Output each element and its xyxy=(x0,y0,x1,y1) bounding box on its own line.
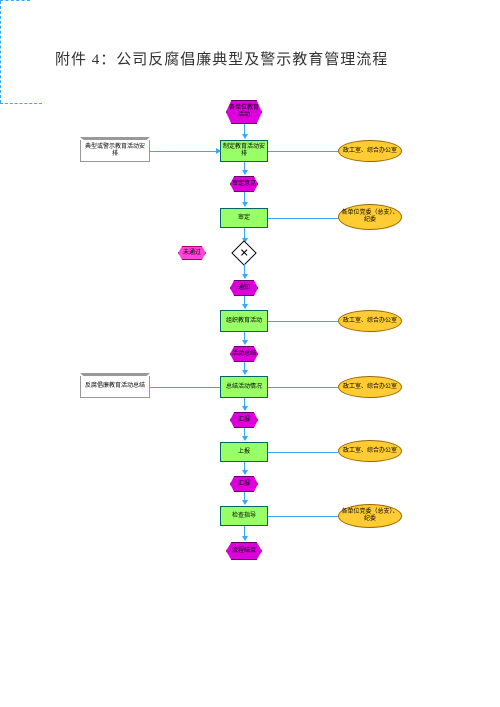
connector xyxy=(268,452,338,453)
process-submit: 上报 xyxy=(220,442,268,462)
page-title: 附件 4：公司反腐倡廉典型及警示教育管理流程 xyxy=(55,48,388,69)
arrow xyxy=(244,332,245,344)
org-5: 政工室、综合办公室 xyxy=(338,440,402,462)
arrow xyxy=(244,124,245,138)
process-plan: 制定教育活动安排 xyxy=(220,140,268,162)
org-3: 政工室、综合办公室 xyxy=(338,310,402,332)
connector xyxy=(268,151,338,152)
org-1: 政工室、综合办公室 xyxy=(338,140,402,162)
org-2: 各单位党委（总支）、纪委 xyxy=(338,204,402,230)
process-inspect: 检查指导 xyxy=(220,506,268,526)
arrow xyxy=(244,492,245,504)
doc-report2: 汇报 xyxy=(230,476,258,492)
connector xyxy=(150,387,220,388)
arrow xyxy=(244,462,245,474)
doc-review-opinion: 审定意见 xyxy=(230,176,258,192)
doc-notify: 通知 xyxy=(230,280,258,296)
reject-line xyxy=(0,0,30,1)
decision-gateway xyxy=(231,240,256,265)
connector xyxy=(268,321,338,322)
connector xyxy=(150,151,220,152)
end-event: 流程结束 xyxy=(226,542,262,560)
doc-activity-summary: 活动总结 xyxy=(230,346,258,362)
org-6: 各单位党委（总支）、纪委 xyxy=(338,504,402,528)
arrow xyxy=(244,398,245,410)
arrow xyxy=(244,296,245,308)
arrow xyxy=(244,526,245,540)
doc-report1: 汇报 xyxy=(230,412,258,428)
arrow xyxy=(244,192,245,206)
connector xyxy=(268,516,338,517)
arrow xyxy=(244,162,245,174)
arrow xyxy=(244,264,245,278)
arrow xyxy=(244,428,245,440)
connector xyxy=(268,218,338,219)
arrow xyxy=(244,362,245,374)
org-4: 政工室、综合办公室 xyxy=(338,376,402,398)
process-approve: 审定 xyxy=(220,208,268,228)
start-event: 各单位教育活动 xyxy=(226,100,262,124)
process-organize: 组织教育活动 xyxy=(220,310,268,332)
process-summarize: 总结活动情况 xyxy=(220,376,268,398)
reject-line xyxy=(0,1,1,103)
reject-label: 未通过 xyxy=(178,246,206,260)
reject-line xyxy=(0,103,42,104)
note-2: 反腐倡廉教育活动总结 xyxy=(80,376,150,398)
note-1: 典型或警示教育活动安排 xyxy=(80,140,150,162)
connector xyxy=(268,387,338,388)
